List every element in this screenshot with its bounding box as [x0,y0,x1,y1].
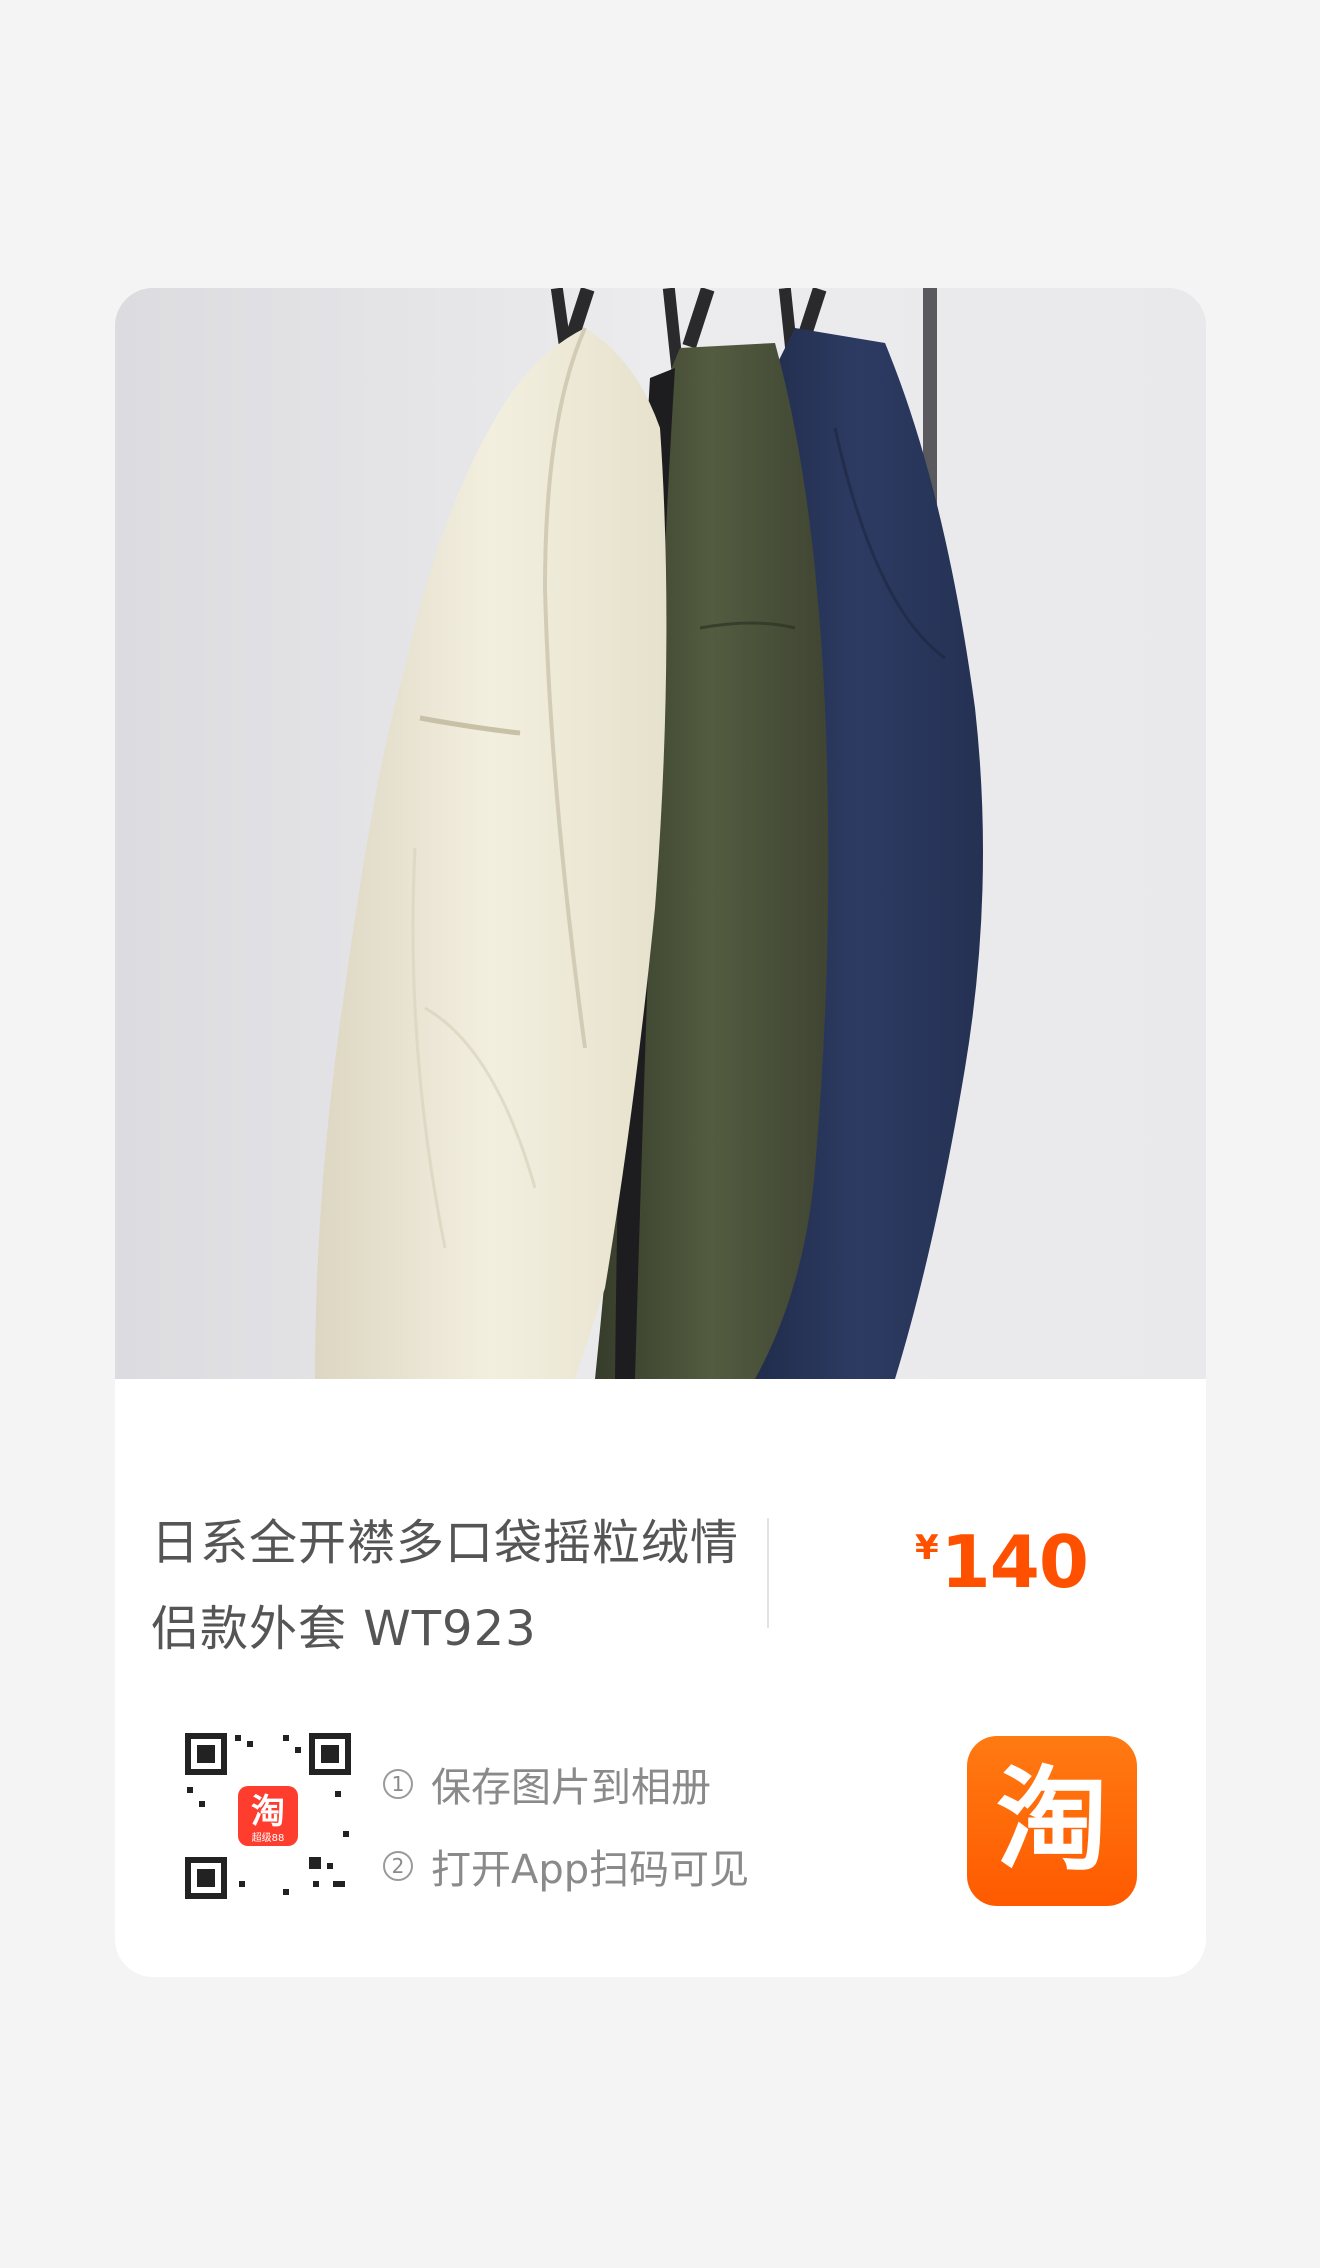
qr-badge-glyph: 淘 [251,1792,285,1832]
product-image [115,288,1206,1379]
product-title-block: 日系全开襟多口袋摇粒绒情侣款外套 WT923 [151,1500,785,1672]
price: ¥140 [915,1520,1089,1604]
product-card: 日系全开襟多口袋摇粒绒情侣款外套 WT923 ¥140 淘 超级88 1 保存图… [115,288,1206,1977]
share-poster: 日系全开襟多口袋摇粒绒情侣款外套 WT923 ¥140 淘 超级88 1 保存图… [0,0,1320,2268]
qr-badge-subtext: 超级88 [252,1831,285,1844]
product-title: 日系全开襟多口袋摇粒绒情侣款外套 WT923 [151,1515,740,1657]
step-number-1: 1 [383,1769,413,1799]
price-currency-symbol: ¥ [915,1528,939,1568]
qr-code-icon: 淘 超级88 [183,1731,353,1901]
title-price-divider [767,1518,769,1628]
taobao-logo-icon: 淘 [967,1736,1137,1906]
share-instructions: 1 保存图片到相册 2 打开App扫码可见 [383,1743,749,1907]
price-amount: 140 [940,1520,1089,1604]
step-open-app: 2 打开App扫码可见 [383,1825,749,1907]
product-photo-illustration [115,288,1206,1379]
taobao-logo-glyph: 淘 [996,1756,1108,1886]
step-text-1: 保存图片到相册 [431,1765,711,1811]
step-text-2: 打开App扫码可见 [431,1847,750,1893]
step-number-2: 2 [383,1851,413,1881]
step-save-image: 1 保存图片到相册 [383,1743,749,1825]
